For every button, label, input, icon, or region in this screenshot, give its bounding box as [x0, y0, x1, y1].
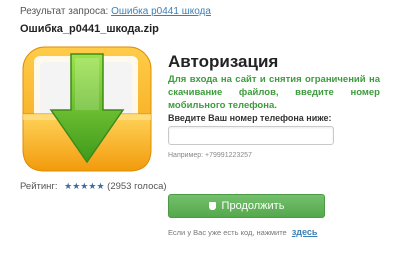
- search-result-line: Результат запроса: Ошибка p0441 шкода: [20, 6, 211, 17]
- rating: Рейтинг: ★★★★★ (2953 голоса): [20, 181, 167, 192]
- rating-label: Рейтинг:: [20, 181, 58, 192]
- search-result-label: Результат запроса:: [20, 6, 109, 17]
- rating-votes: (2953 голоса): [107, 181, 167, 192]
- auth-description: Для входа на сайт и снятия ограничений н…: [168, 74, 380, 111]
- continue-button-label: Продолжить: [221, 200, 285, 212]
- phone-example: Например: +79991223257: [168, 152, 252, 159]
- continue-button[interactable]: Продолжить: [168, 194, 325, 218]
- code-note-text: Если у Вас уже есть код, нажмите: [168, 228, 287, 237]
- code-note: Если у Вас уже есть код, нажмите здесь: [168, 227, 317, 237]
- phone-label: Введите Ваш номер телефона ниже:: [168, 113, 332, 123]
- search-query-link[interactable]: Ошибка p0441 шкода: [111, 6, 211, 17]
- lock-icon: [208, 202, 216, 210]
- download-folder-icon[interactable]: [20, 44, 156, 176]
- file-name: Ошибка_p0441_шкода.zip: [20, 23, 159, 35]
- phone-input[interactable]: [168, 126, 334, 145]
- code-link[interactable]: здесь: [292, 227, 318, 237]
- auth-title: Авторизация: [168, 52, 279, 71]
- rating-stars: ★★★★★: [64, 181, 105, 191]
